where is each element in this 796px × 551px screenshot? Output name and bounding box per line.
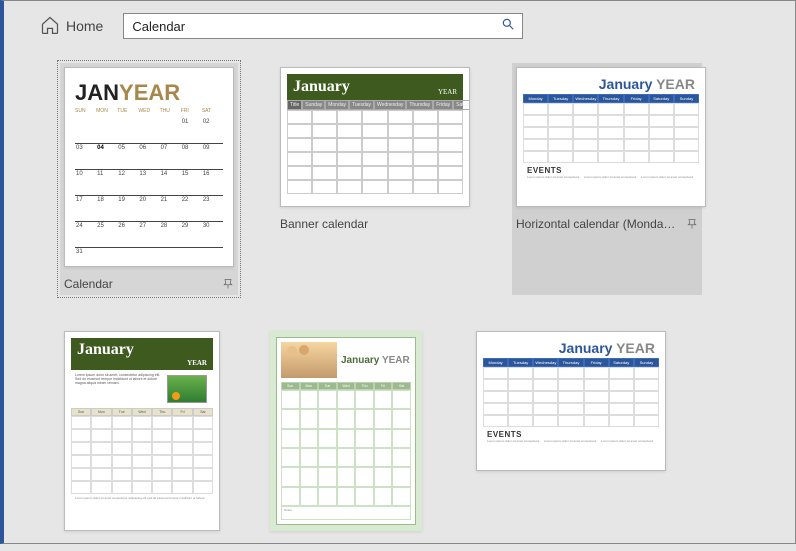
template-gallery: JANYEAR SUNMONTUEWEDTHUFRISAT 0102 03040… [4,47,795,551]
template-caption: Horizontal calendar (Monday st... [516,217,676,231]
year-label: YEAR [187,359,207,367]
photo-placeholder [167,375,207,403]
template-photo-calendar[interactable]: January YEAR SunMonTueWedThuFriSat Notes [270,331,430,531]
home-icon [40,15,60,38]
year-label: YEAR [119,80,180,106]
search-button[interactable] [494,14,522,38]
year-label: YEAR [382,355,410,366]
month-label: January [599,76,653,92]
month-label: January [293,78,350,96]
search-box [123,13,523,39]
search-input[interactable] [124,15,494,38]
template-thumbnail: January YEAR SunMonTueWedThuFriSat Notes [270,331,422,531]
notes-label: Notes [281,506,411,520]
template-thumbnail: January YEAR MondayTuesdayWednesdayThurs… [516,67,706,207]
home-label: Home [66,18,103,34]
month-abbrev: JAN [75,80,119,106]
month-label: January [341,355,379,366]
events-label: EVENTS [487,430,655,439]
month-label: January [77,341,134,359]
template-banner-calendar[interactable]: JanuaryYEAR TitleSundayMondayTuesdayWedn… [280,67,470,291]
header-bar: Home [4,1,795,47]
template-banner-photo-calendar[interactable]: JanuaryYEAR Lorem ipsum dolor sit amet, … [64,331,224,531]
template-calendar[interactable]: JANYEAR SUNMONTUEWEDTHUFRISAT 0102 03040… [60,63,238,295]
photo-placeholder [281,342,337,378]
search-icon [501,17,515,36]
template-caption: Calendar [64,277,113,291]
month-label: January [559,340,613,356]
pin-icon[interactable] [222,278,234,290]
template-horizontal-calendar[interactable]: January YEAR MondayTuesdayWednesdayThurs… [512,63,702,295]
template-thumbnail: January YEAR MondayTuesdayWednesdayThurs… [476,331,666,471]
events-label: EVENTS [527,166,695,175]
home-button[interactable]: Home [40,15,103,38]
year-label: YEAR [438,88,457,96]
template-thumbnail: JANYEAR SUNMONTUEWEDTHUFRISAT 0102 03040… [64,67,234,267]
pin-icon[interactable] [686,218,698,230]
year-label: YEAR [656,76,695,92]
template-caption: Banner calendar [280,217,368,231]
template-thumbnail: JanuaryYEAR Lorem ipsum dolor sit amet, … [64,331,220,531]
template-horizontal-events-calendar[interactable]: January YEAR MondayTuesdayWednesdayThurs… [476,331,666,531]
year-label: YEAR [616,340,655,356]
template-thumbnail: JanuaryYEAR TitleSundayMondayTuesdayWedn… [280,67,470,207]
